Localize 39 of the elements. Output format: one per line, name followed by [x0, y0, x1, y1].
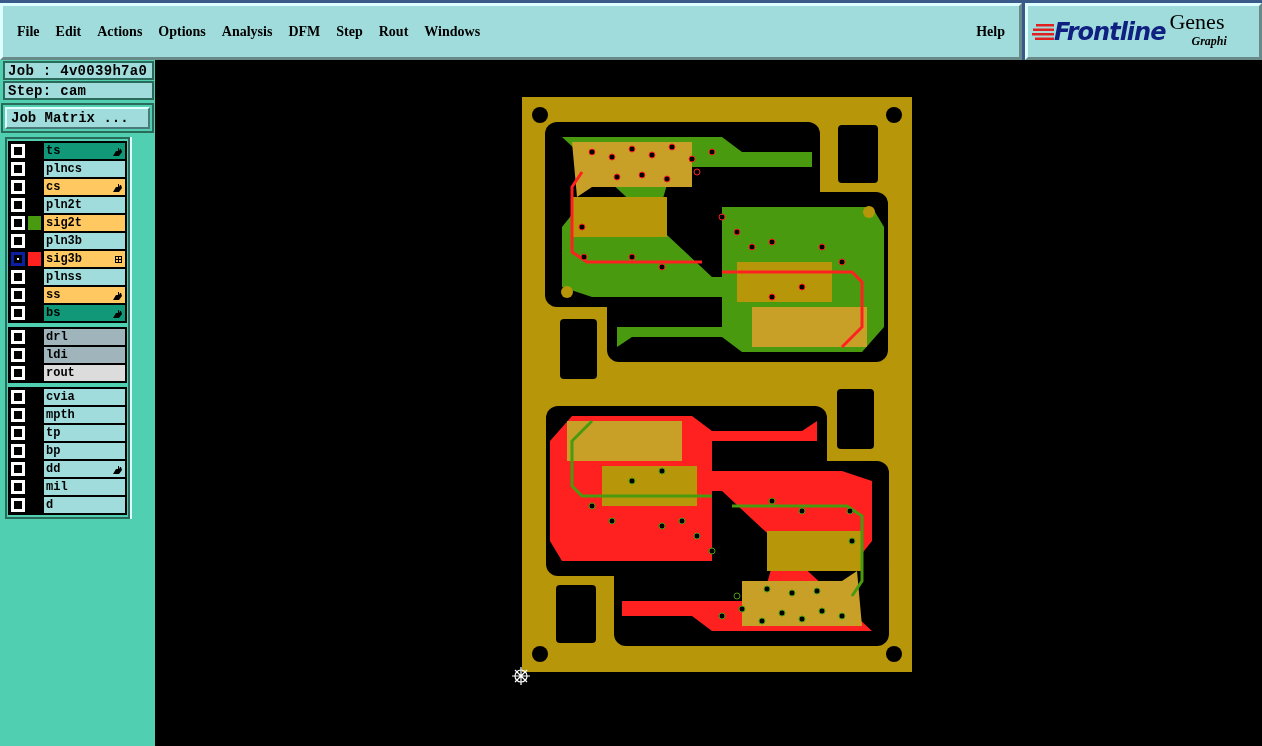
menu-item[interactable]: Analysis: [221, 23, 273, 40]
menu-item[interactable]: Step: [336, 23, 363, 40]
layer-name[interactable]: d: [44, 497, 125, 513]
help-menu[interactable]: Help: [976, 23, 1005, 40]
layer-name[interactable]: plnss: [44, 269, 125, 285]
layer-name[interactable]: bs: [44, 305, 125, 321]
layer-name[interactable]: cvia: [44, 389, 125, 405]
menu-item[interactable]: Rout: [378, 23, 409, 40]
layer-name[interactable]: sig3b: [44, 251, 125, 267]
job-label: Job : 4v0039h7a0: [3, 61, 154, 80]
menu-item[interactable]: Windows: [424, 23, 481, 40]
menu-item[interactable]: File: [17, 23, 40, 40]
step-label: Step: cam: [3, 81, 154, 100]
layer-name[interactable]: plncs: [44, 161, 125, 177]
layer-name[interactable]: tp: [44, 425, 125, 441]
job-matrix-button[interactable]: Job Matrix ...: [5, 107, 150, 129]
layer-name[interactable]: ts: [44, 143, 125, 159]
layer-name[interactable]: bp: [44, 443, 125, 459]
layer-name[interactable]: pln2t: [44, 197, 125, 213]
layer-name[interactable]: cs: [44, 179, 125, 195]
origin-crosshair-icon: [511, 666, 531, 686]
product-name: Genes: [1169, 10, 1226, 34]
product-subtitle: Graphi: [1191, 34, 1227, 49]
menu-item[interactable]: Edit: [55, 23, 82, 40]
layer-name[interactable]: drl: [44, 329, 125, 345]
layer-name[interactable]: ldi: [44, 347, 125, 363]
layer-name[interactable]: ss: [44, 287, 125, 303]
layer-name[interactable]: dd: [44, 461, 125, 477]
menu-item[interactable]: Actions: [97, 23, 143, 40]
layer-name[interactable]: rout: [44, 365, 125, 381]
layer-name[interactable]: mpth: [44, 407, 125, 423]
brand-logo-text: Frontline: [1054, 17, 1166, 46]
layer-name[interactable]: mil: [44, 479, 125, 495]
menu-item[interactable]: DFM: [288, 23, 321, 40]
layer-name[interactable]: sig2t: [44, 215, 125, 231]
layer-name[interactable]: pln3b: [44, 233, 125, 249]
menu-item[interactable]: Options: [158, 23, 206, 40]
layer-checkbox[interactable]: [11, 252, 25, 266]
speed-lines-icon: [1032, 21, 1054, 42]
